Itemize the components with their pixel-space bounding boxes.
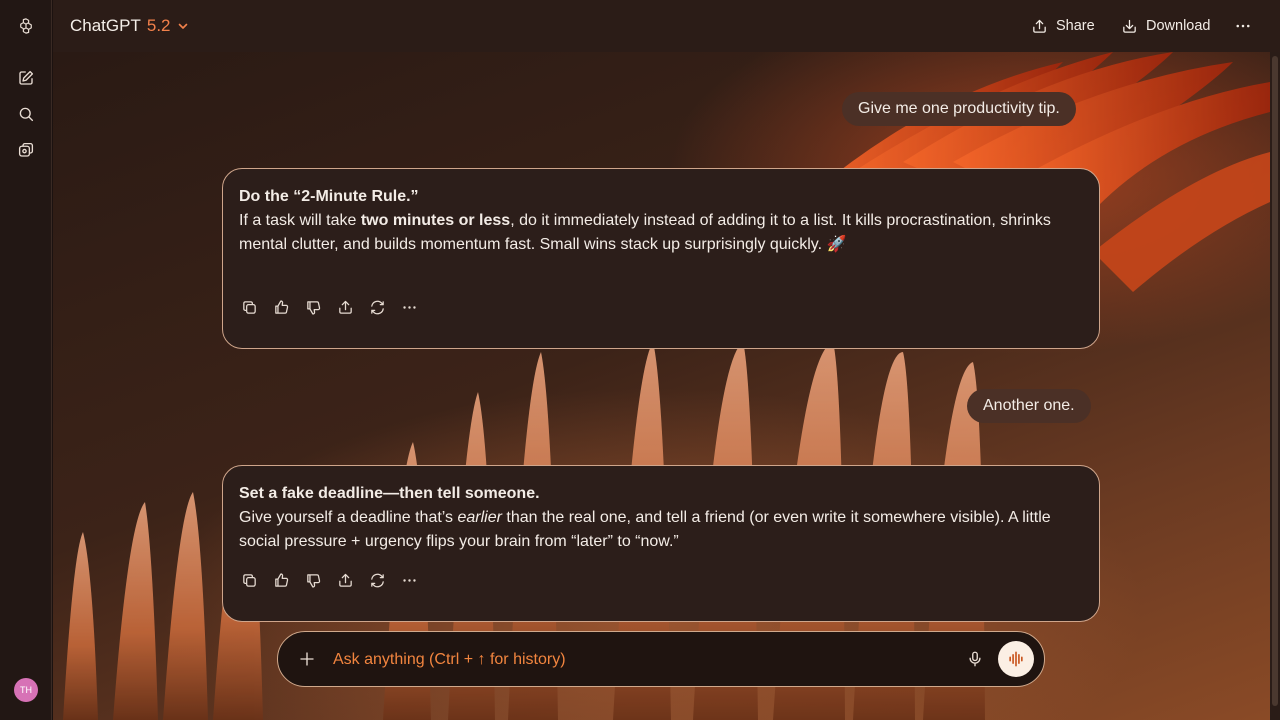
header: ChatGPT 5.2 Share Download	[53, 0, 1280, 52]
user-message-bubble: Another one.	[967, 389, 1091, 423]
regenerate-icon[interactable]	[367, 297, 387, 317]
assistant-message-title: Set a fake deadline—then tell someone.	[239, 485, 540, 502]
thumbs-up-icon[interactable]	[271, 297, 291, 317]
share-icon[interactable]	[335, 297, 355, 317]
search-icon[interactable]	[14, 102, 38, 126]
more-actions-icon[interactable]	[399, 570, 419, 590]
share-icon[interactable]	[335, 570, 355, 590]
model-selector-button[interactable]: ChatGPT 5.2	[70, 13, 189, 39]
copy-icon[interactable]	[239, 570, 259, 590]
assistant-message-title: Do the “2-Minute Rule.”	[239, 188, 419, 205]
emphasis-text: earlier	[457, 509, 502, 526]
avatar-initials: TH	[20, 685, 32, 695]
composer	[277, 631, 1045, 687]
message-actions	[239, 570, 419, 590]
download-label: Download	[1146, 18, 1211, 34]
avatar[interactable]: TH	[14, 678, 38, 702]
model-version: 5.2	[146, 16, 171, 35]
download-icon	[1123, 19, 1136, 33]
waveform-icon	[1009, 651, 1023, 667]
copy-icon[interactable]	[239, 297, 259, 317]
sidebar: TH	[0, 0, 52, 720]
user-message-text: Another one.	[983, 397, 1075, 414]
share-button[interactable]: Share	[1031, 14, 1095, 38]
model-name: ChatGPT	[70, 16, 141, 35]
voice-mode-button[interactable]	[998, 641, 1034, 677]
assistant-message-body: Give yourself a deadline that’s earlier …	[239, 509, 1051, 550]
user-message-text: Give me one productivity tip.	[858, 100, 1060, 117]
thumbs-down-icon[interactable]	[303, 297, 323, 317]
share-icon	[1033, 19, 1046, 33]
more-options-icon[interactable]	[1231, 14, 1255, 38]
prompt-input[interactable]	[331, 647, 935, 673]
assistant-message-body: If a task will take two minutes or less,…	[239, 212, 1051, 253]
chatgpt-logo-icon[interactable]	[14, 14, 38, 38]
assistant-message-card: Set a fake deadline—then tell someone. G…	[222, 465, 1100, 622]
chevron-down-icon	[178, 23, 187, 29]
microphone-icon[interactable]	[964, 648, 986, 670]
chat-area: Give me one productivity tip. Do the “2-…	[53, 52, 1270, 720]
attach-plus-icon[interactable]	[296, 648, 318, 670]
user-message-bubble: Give me one productivity tip.	[842, 92, 1076, 126]
more-actions-icon[interactable]	[399, 297, 419, 317]
download-button[interactable]: Download	[1121, 14, 1211, 38]
library-icon[interactable]	[14, 138, 38, 162]
assistant-message-card: Do the “2-Minute Rule.” If a task will t…	[222, 168, 1100, 349]
thumbs-down-icon[interactable]	[303, 570, 323, 590]
share-label: Share	[1056, 18, 1095, 34]
new-chat-icon[interactable]	[14, 66, 38, 90]
thumbs-up-icon[interactable]	[271, 570, 291, 590]
scrollbar-thumb[interactable]	[1272, 56, 1278, 706]
scrollbar[interactable]	[1270, 52, 1280, 720]
message-actions	[239, 297, 419, 317]
emphasis-text: two minutes or less	[360, 212, 511, 229]
regenerate-icon[interactable]	[367, 570, 387, 590]
